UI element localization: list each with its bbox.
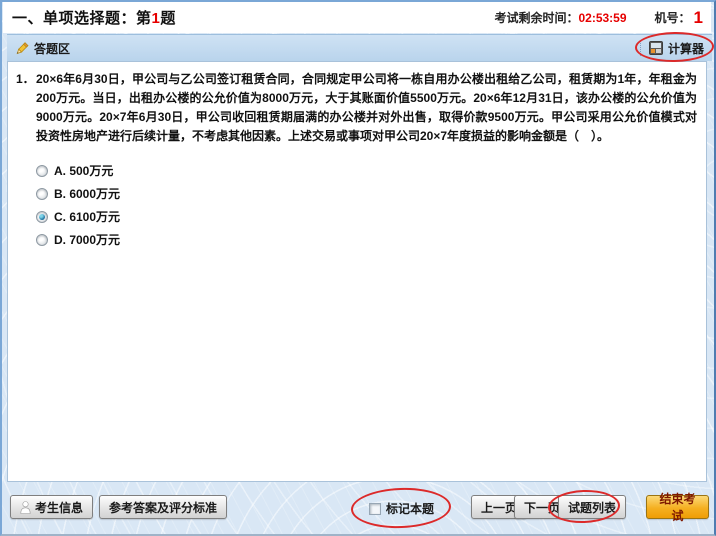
end-exam-button[interactable]: 结束考试 xyxy=(646,495,709,519)
mark-question-label: 标记本题 xyxy=(386,500,434,517)
calculator-icon xyxy=(649,41,663,55)
radio-option-d[interactable] xyxy=(36,234,48,246)
options-list: A. 500万元 B. 6000万元 C. 6100万元 D. 7000万元 xyxy=(36,159,706,251)
gripper-divider xyxy=(640,41,641,56)
pencil-icon xyxy=(14,41,29,56)
option-c[interactable]: C. 6100万元 xyxy=(36,205,706,228)
option-b-label[interactable]: B. 6000万元 xyxy=(54,185,120,202)
mark-question-checkbox[interactable] xyxy=(369,503,381,515)
question-text: 20×6年6月30日，甲公司与乙公司签订租赁合同，合同规定甲公司将一栋自用办公楼… xyxy=(36,70,697,146)
option-a[interactable]: A. 500万元 xyxy=(36,159,706,182)
question-block: 1． 20×6年6月30日，甲公司与乙公司签订租赁合同，合同规定甲公司将一栋自用… xyxy=(8,62,706,146)
machine-value: 1 xyxy=(694,8,703,28)
radio-option-a[interactable] xyxy=(36,165,48,177)
reference-answer-label: 参考答案及评分标准 xyxy=(109,499,217,516)
option-d-label[interactable]: D. 7000万元 xyxy=(54,231,120,248)
calculator-button[interactable]: 计算器 xyxy=(640,40,704,57)
question-panel: 1． 20×6年6月30日，甲公司与乙公司签订租赁合同，合同规定甲公司将一栋自用… xyxy=(7,61,707,482)
answer-area-label: 答题区 xyxy=(34,40,70,57)
radio-option-b[interactable] xyxy=(36,188,48,200)
timer-label: 考试剩余时间： xyxy=(494,11,578,25)
end-exam-label: 结束考试 xyxy=(656,490,699,524)
title-strip: 一、单项选择题：第1题 考试剩余时间：02:53:59 机号：1 xyxy=(3,2,711,33)
title-right-group: 考试剩余时间：02:53:59 机号：1 xyxy=(494,2,703,33)
option-d[interactable]: D. 7000万元 xyxy=(36,228,706,251)
person-icon xyxy=(20,501,31,514)
mark-question-control[interactable]: 标记本题 xyxy=(369,500,434,517)
section-title-text: 一、单项选择题：第 xyxy=(12,10,152,27)
candidate-info-button[interactable]: 考生信息 xyxy=(10,495,93,519)
question-number: 1． xyxy=(16,70,36,146)
option-c-label[interactable]: C. 6100万元 xyxy=(54,208,120,225)
option-b[interactable]: B. 6000万元 xyxy=(36,182,706,205)
page-title: 一、单项选择题：第1题 xyxy=(3,7,176,28)
answer-area-header: 答题区 xyxy=(14,40,70,57)
reference-answer-button[interactable]: 参考答案及评分标准 xyxy=(99,495,227,519)
machine-label: 机号： xyxy=(655,9,691,26)
machine-number: 机号：1 xyxy=(655,8,703,28)
option-a-label[interactable]: A. 500万元 xyxy=(54,162,113,179)
timer-value: 02:53:59 xyxy=(578,11,626,25)
calculator-label: 计算器 xyxy=(668,40,704,57)
next-page-label: 下一页 xyxy=(524,499,560,516)
candidate-info-label: 考生信息 xyxy=(35,499,83,516)
question-list-label: 试题列表 xyxy=(568,499,616,516)
radio-option-c[interactable] xyxy=(36,211,48,223)
answer-area-bar: 答题区 计算器 xyxy=(7,34,712,61)
exam-timer: 考试剩余时间：02:53:59 xyxy=(494,9,626,26)
exam-window: 一、单项选择题：第1题 考试剩余时间：02:53:59 机号：1 答题区 xyxy=(0,0,716,536)
question-list-button[interactable]: 试题列表 xyxy=(558,495,626,519)
prev-page-label: 上一页 xyxy=(481,499,517,516)
